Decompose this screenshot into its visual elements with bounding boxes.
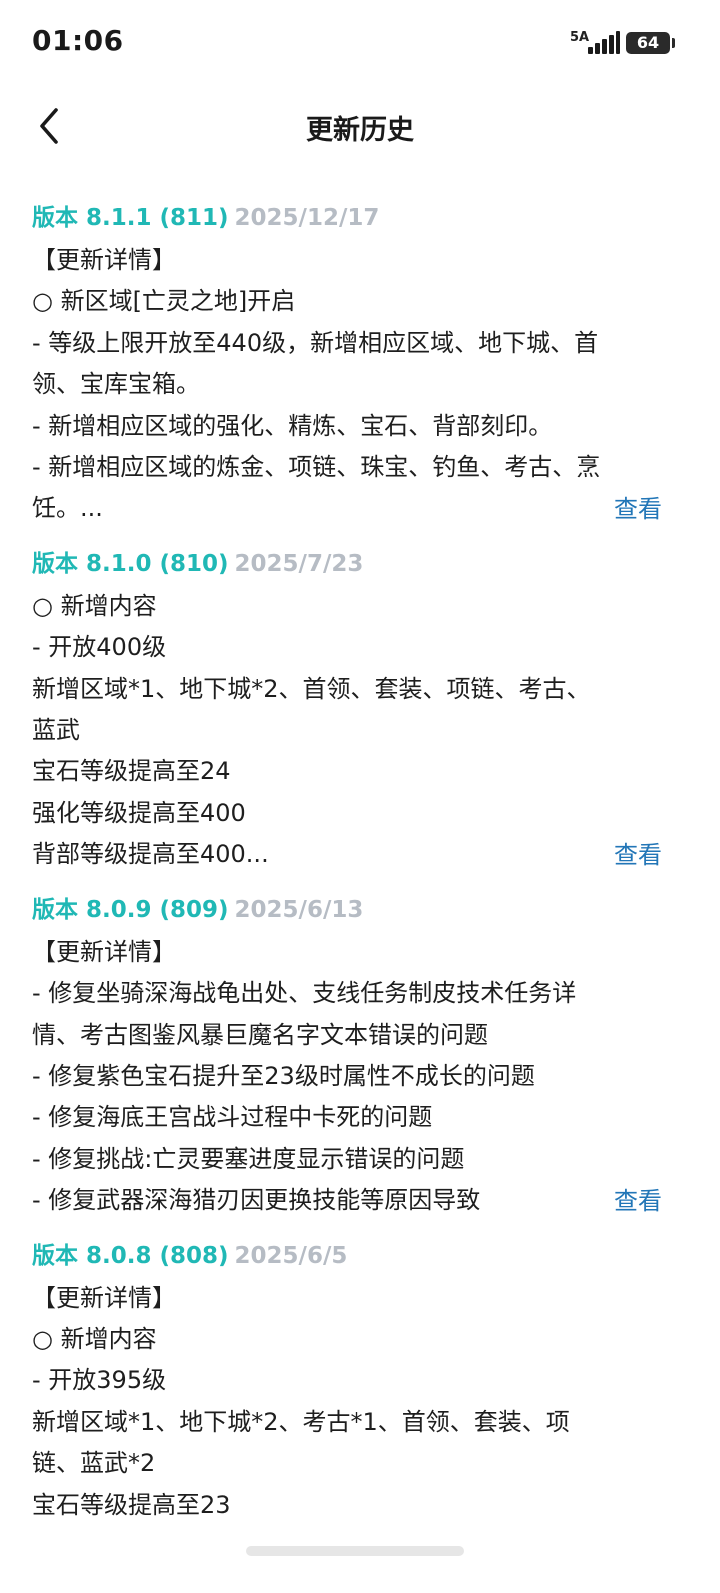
note-line: - 新增相应区域的强化、精炼、宝石、背部刻印。	[32, 411, 553, 440]
note-line: 领、宝库宝箱。	[32, 370, 200, 399]
note-line: 背部等级提高至400...	[32, 840, 269, 869]
note-line: - 等级上限开放至440级，新增相应区域、地下城、首	[32, 328, 599, 357]
version-notes: 【更新详情】 ○ 新增内容 - 开放395级 新增区域*1、地下城*2、考古*1…	[32, 1278, 688, 1526]
version-notes: 【更新详情】 - 修复坐骑深海战龟出处、支线任务制皮技术任务详 情、考古图鉴风暴…	[32, 932, 688, 1222]
note-line: 强化等级提高至400	[32, 798, 246, 827]
text-fade-overlay	[490, 1179, 570, 1222]
page-title: 更新历史	[306, 115, 414, 146]
note-line: 新增区域*1、地下城*2、首领、套装、项链、考古、	[32, 674, 591, 703]
update-history-list[interactable]: 版本 8.1.1 (811) 2025/12/17 【更新详情】 ○ 新区域[亡灵…	[0, 196, 720, 1536]
note-line: 宝石等级提高至24	[32, 757, 231, 786]
status-time: 01:06	[32, 24, 124, 57]
note-line: ○ 新区域[亡灵之地]开启	[32, 287, 296, 316]
note-line: 饪。...	[32, 494, 103, 523]
note-line: - 修复海底王宫战斗过程中卡死的问题	[32, 1103, 433, 1132]
note-line: ○ 新增内容	[32, 1324, 157, 1353]
note-line: 【更新详情】	[32, 937, 176, 966]
version-entry: 版本 8.1.0 (810) 2025/7/23 ○ 新增内容 - 开放400级 …	[0, 542, 720, 876]
note-line: 【更新详情】	[32, 246, 176, 274]
note-line: - 修复坐骑深海战龟出处、支线任务制皮技术任务详	[32, 979, 577, 1008]
note-line: - 开放400级	[32, 633, 167, 662]
note-line: 宝石等级提高至23	[32, 1490, 231, 1519]
view-details-link[interactable]: 查看	[596, 833, 662, 876]
note-line: 链、蓝武*2	[32, 1449, 156, 1478]
note-line: - 新增相应区域的炼金、项链、珠宝、钓鱼、考古、烹	[32, 453, 601, 482]
view-details-link[interactable]: 查看	[596, 487, 662, 530]
version-notes: 【更新详情】 ○ 新区域[亡灵之地]开启 - 等级上限开放至440级，新增相应区…	[32, 240, 688, 530]
note-line: 情、考古图鉴风暴巨魔名字文本错误的问题	[32, 1020, 488, 1049]
note-line: - 开放395级	[32, 1366, 167, 1395]
version-date: 2025/7/23	[234, 550, 364, 577]
note-line: - 修复武器深海猎刃因更换技能等原因导致	[32, 1186, 481, 1215]
version-notes: ○ 新增内容 - 开放400级 新增区域*1、地下城*2、首领、套装、项链、考古…	[32, 586, 688, 876]
home-indicator[interactable]	[246, 1546, 464, 1556]
note-line: - 修复挑战:亡灵要塞进度显示错误的问题	[32, 1144, 465, 1173]
version-date: 2025/6/5	[234, 1242, 348, 1269]
view-details-link[interactable]: 查看	[596, 1179, 662, 1222]
version-entry: 版本 8.1.1 (811) 2025/12/17 【更新详情】 ○ 新区域[亡灵…	[0, 196, 720, 530]
note-line: 【更新详情】	[32, 1283, 176, 1312]
app-header: 更新历史	[0, 90, 720, 162]
version-number: 版本 8.0.9 (809)	[32, 896, 229, 923]
version-header: 版本 8.0.9 (809) 2025/6/13	[32, 888, 688, 932]
version-number: 版本 8.0.8 (808)	[32, 1242, 229, 1269]
note-line: ○ 新增内容	[32, 591, 157, 620]
version-number: 版本 8.1.0 (810)	[32, 550, 229, 577]
version-date: 2025/6/13	[234, 896, 364, 923]
version-header: 版本 8.0.8 (808) 2025/6/5	[32, 1234, 688, 1278]
battery-tip	[672, 38, 675, 48]
version-date: 2025/12/17	[234, 205, 380, 231]
version-entry: 版本 8.0.8 (808) 2025/6/5 【更新详情】 ○ 新增内容 - 开…	[0, 1234, 720, 1526]
version-entry: 版本 8.0.9 (809) 2025/6/13 【更新详情】 - 修复坐骑深海战…	[0, 888, 720, 1222]
version-header: 版本 8.1.0 (810) 2025/7/23	[32, 542, 688, 586]
version-number: 版本 8.1.1 (811)	[32, 205, 229, 231]
status-bar: 01:06 5A 64	[0, 0, 720, 80]
version-header: 版本 8.1.1 (811) 2025/12/17	[32, 196, 688, 240]
note-line: 新增区域*1、地下城*2、考古*1、首领、套装、项	[32, 1407, 570, 1436]
note-line: - 修复紫色宝石提升至23级时属性不成长的问题	[32, 1061, 535, 1090]
signal-strength-icon	[584, 30, 620, 54]
battery-icon: 64	[626, 32, 670, 54]
note-line: 蓝武	[32, 716, 80, 745]
